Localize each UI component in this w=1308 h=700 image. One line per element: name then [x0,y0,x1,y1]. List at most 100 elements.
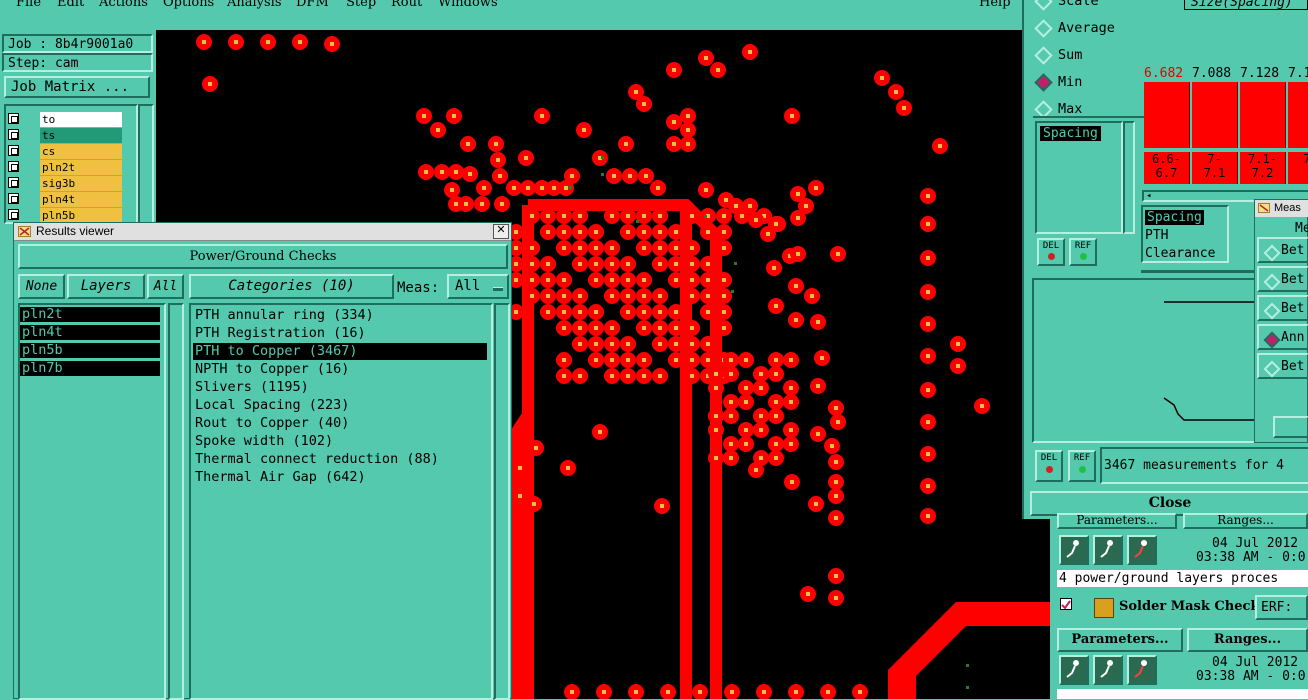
menu-rout[interactable]: Rout [391,0,422,10]
layer-checkbox[interactable] [8,145,19,156]
menu-edit[interactable]: Edit [57,0,84,10]
meas-option[interactable]: Bet [1257,353,1308,379]
layers-button[interactable]: Layers [67,274,145,299]
meas-type-item[interactable]: PTH [1145,228,1168,243]
meas-window-button[interactable] [1273,416,1308,438]
menu-analysis[interactable]: Analysis [227,0,282,10]
results-layer-item[interactable]: pln5b [20,343,160,358]
job-matrix-button[interactable]: Job Matrix ... [4,76,150,98]
menu-help[interactable]: Help [979,0,1011,10]
meas-option[interactable]: Ann [1257,324,1308,350]
run-stop-icon[interactable] [1127,535,1157,565]
stat-mode-average[interactable]: Average [1034,17,1154,38]
layer-name[interactable]: pln4t [40,192,122,207]
run-selected-icon[interactable] [1093,535,1123,565]
erf-button[interactable]: ERF: [1255,595,1308,620]
meas-type-item[interactable]: Spacing [1145,210,1204,225]
categories-button[interactable]: Categories (10) [189,274,394,299]
layer-row-sig3b[interactable]: sig3b [8,176,126,191]
stat-mode-max[interactable]: Max [1034,98,1154,119]
layer-row-ts[interactable]: ts [8,128,126,143]
menu-file[interactable]: File [16,0,41,10]
results-layer-item[interactable]: pln4t [20,325,160,340]
meas-option[interactable]: Bet [1257,295,1308,321]
stat-field-scrollbar[interactable] [1123,121,1135,234]
histogram-bar[interactable] [1240,82,1286,148]
category-item[interactable]: Thermal connect reduction (88) [195,451,439,468]
layer-checkbox[interactable] [8,193,19,204]
window-menu-icon[interactable] [1258,203,1270,213]
category-item[interactable]: Local Spacing (223) [195,397,349,414]
none-button[interactable]: None [18,274,65,299]
results-viewer-titlebar[interactable]: Results viewer ✕ [14,223,511,241]
category-item[interactable]: PTH to Copper (3467) [193,343,487,360]
run-stop-icon[interactable] [1127,655,1157,685]
histogram-bar[interactable] [1144,82,1190,148]
layer-row-pln4t[interactable]: pln4t [8,192,126,207]
results-layer-item[interactable]: pln7b [20,361,160,376]
run-icon[interactable] [1059,535,1089,565]
category-item[interactable]: Slivers (1195) [195,379,309,396]
category-item[interactable]: PTH Registration (16) [195,325,366,342]
menu-step[interactable]: Step [346,0,376,10]
window-menu-icon[interactable] [18,226,31,237]
meas-select[interactable]: All [447,274,509,299]
ranges-button[interactable]: Ranges... [1187,628,1308,652]
layer-name[interactable]: sig3b [40,176,122,191]
menu-windows[interactable]: Windows [438,0,498,10]
all-button[interactable]: All [147,274,184,299]
del-button[interactable]: DEL [1035,450,1063,482]
layer-name[interactable]: to [40,112,122,127]
layer-checkbox[interactable] [8,129,19,140]
del-button[interactable]: DEL [1037,238,1065,266]
run-selected-icon[interactable] [1093,655,1123,685]
layer-row-cs[interactable]: cs [8,144,126,159]
layer-name[interactable]: pln5b [40,208,122,222]
layer-name[interactable]: ts [40,128,122,143]
category-item[interactable]: Rout to Copper (40) [195,415,349,432]
solder-mask-checkbox[interactable] [1060,598,1072,610]
stat-mode-min[interactable]: Min [1034,71,1154,92]
run-icon[interactable] [1059,655,1089,685]
pad-center [642,310,646,314]
meas-option[interactable]: Bet [1257,266,1308,292]
menu-actions[interactable]: Actions [99,0,148,10]
stat-mode-scale[interactable]: Scale [1034,0,1154,11]
layer-checkbox[interactable] [8,209,19,220]
layer-row-to[interactable]: to [8,112,126,127]
pad-center [634,90,638,94]
ranges-button[interactable]: Ranges... [1183,513,1308,529]
parameters-button[interactable]: Parameters... [1057,513,1177,529]
meas-type-item[interactable]: Clearance [1145,246,1215,261]
layer-checkbox[interactable] [8,113,19,124]
runner-icon [1100,540,1113,558]
results-layer-item[interactable]: pln2t [20,307,160,322]
histogram-bar[interactable] [1192,82,1238,148]
menu-dfm[interactable]: DFM [296,0,329,10]
layer-list-scrollbar[interactable] [138,104,154,224]
menu-options[interactable]: Options [163,0,214,10]
results-layer-scrollbar[interactable] [168,303,184,700]
category-item[interactable]: Spoke width (102) [195,433,333,450]
meas-window-titlebar[interactable]: Meas [1255,200,1308,217]
histogram-bar[interactable] [1288,82,1308,148]
stat-mode-sum[interactable]: Sum [1034,44,1154,65]
power-ground-checks-button[interactable]: Power/Ground Checks [18,244,508,269]
stat-field-item[interactable]: Spacing [1040,126,1101,141]
layer-name[interactable]: cs [40,144,122,159]
layer-row-pln5b[interactable]: pln5b [8,208,126,222]
layer-checkbox[interactable] [8,161,19,172]
category-item[interactable]: PTH annular ring (334) [195,307,374,324]
ref-button[interactable]: DEL REF [1069,238,1097,266]
ref-button[interactable]: REF [1068,450,1096,482]
meas-option[interactable]: Bet [1257,237,1308,263]
layer-checkbox[interactable] [8,177,19,188]
category-item[interactable]: NPTH to Copper (16) [195,361,349,378]
parameters-button[interactable]: Parameters... [1057,628,1183,652]
close-icon[interactable]: ✕ [493,224,509,239]
scroll-left-icon[interactable]: ◂ [1146,192,1151,201]
layer-name[interactable]: pln2t [40,160,122,175]
categories-scrollbar[interactable] [494,303,510,700]
category-item[interactable]: Thermal Air Gap (642) [195,469,366,486]
layer-row-pln2t[interactable]: pln2t [8,160,126,175]
